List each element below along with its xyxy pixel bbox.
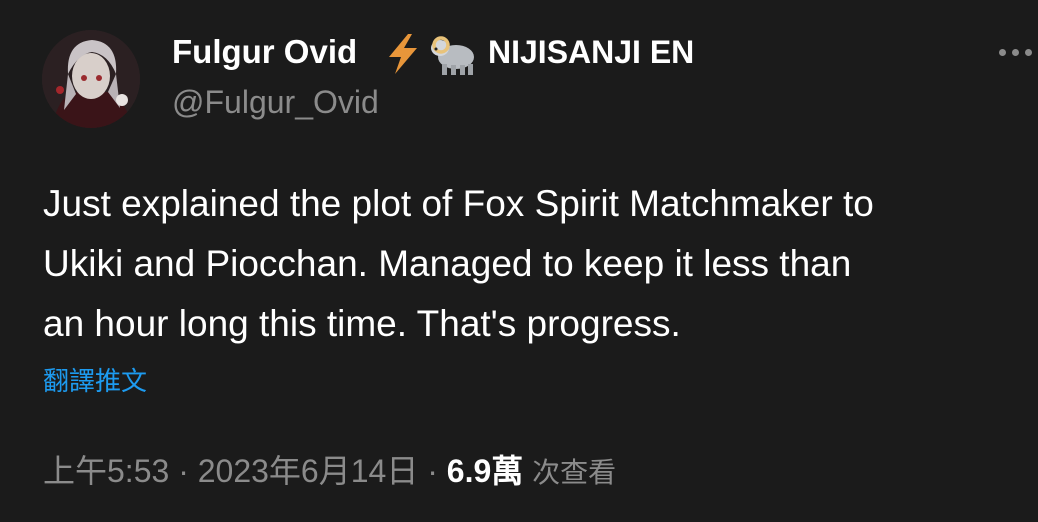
tweet-text-line: Just explained the plot of Fox Spirit Ma… — [43, 183, 874, 224]
translate-tweet-link[interactable]: 翻譯推文 — [43, 362, 147, 400]
tweet-text-line: an hour long this time. That's progress. — [43, 303, 681, 344]
lightning-bolt-icon — [389, 34, 417, 74]
tweet-time[interactable]: 上午5:53 — [43, 453, 169, 489]
tweet-text: Just explained the plot of Fox Spirit Ma… — [43, 174, 1033, 354]
meta-separator: · — [169, 453, 198, 489]
author-affiliation: NIJISANJI EN — [488, 34, 695, 70]
avatar-image — [42, 30, 140, 128]
tweet-meta: 上午5:53 · 2023年6月14日 · 6.9萬 次查看 — [43, 448, 616, 496]
meta-separator: · — [418, 453, 447, 489]
ram-icon — [431, 36, 474, 75]
avatar[interactable] — [42, 30, 140, 128]
more-dot-icon — [1012, 49, 1019, 56]
tweet-date[interactable]: 2023年6月14日 — [198, 453, 419, 489]
tweet-text-line: Ukiki and Piocchan. Managed to keep it l… — [43, 243, 852, 284]
views-count[interactable]: 6.9萬 — [447, 453, 524, 489]
author-display-name[interactable]: Fulgur Ovid — [172, 30, 357, 74]
author-handle[interactable]: @Fulgur_Ovid — [172, 80, 379, 124]
more-options-button[interactable] — [994, 38, 1038, 68]
tweet-card: Fulgur Ovid NIJISANJI EN @Fulgur_Ovid Ju… — [0, 0, 1038, 522]
views-label: 次查看 — [532, 457, 617, 488]
more-dot-icon — [1025, 49, 1032, 56]
more-dot-icon — [999, 49, 1006, 56]
